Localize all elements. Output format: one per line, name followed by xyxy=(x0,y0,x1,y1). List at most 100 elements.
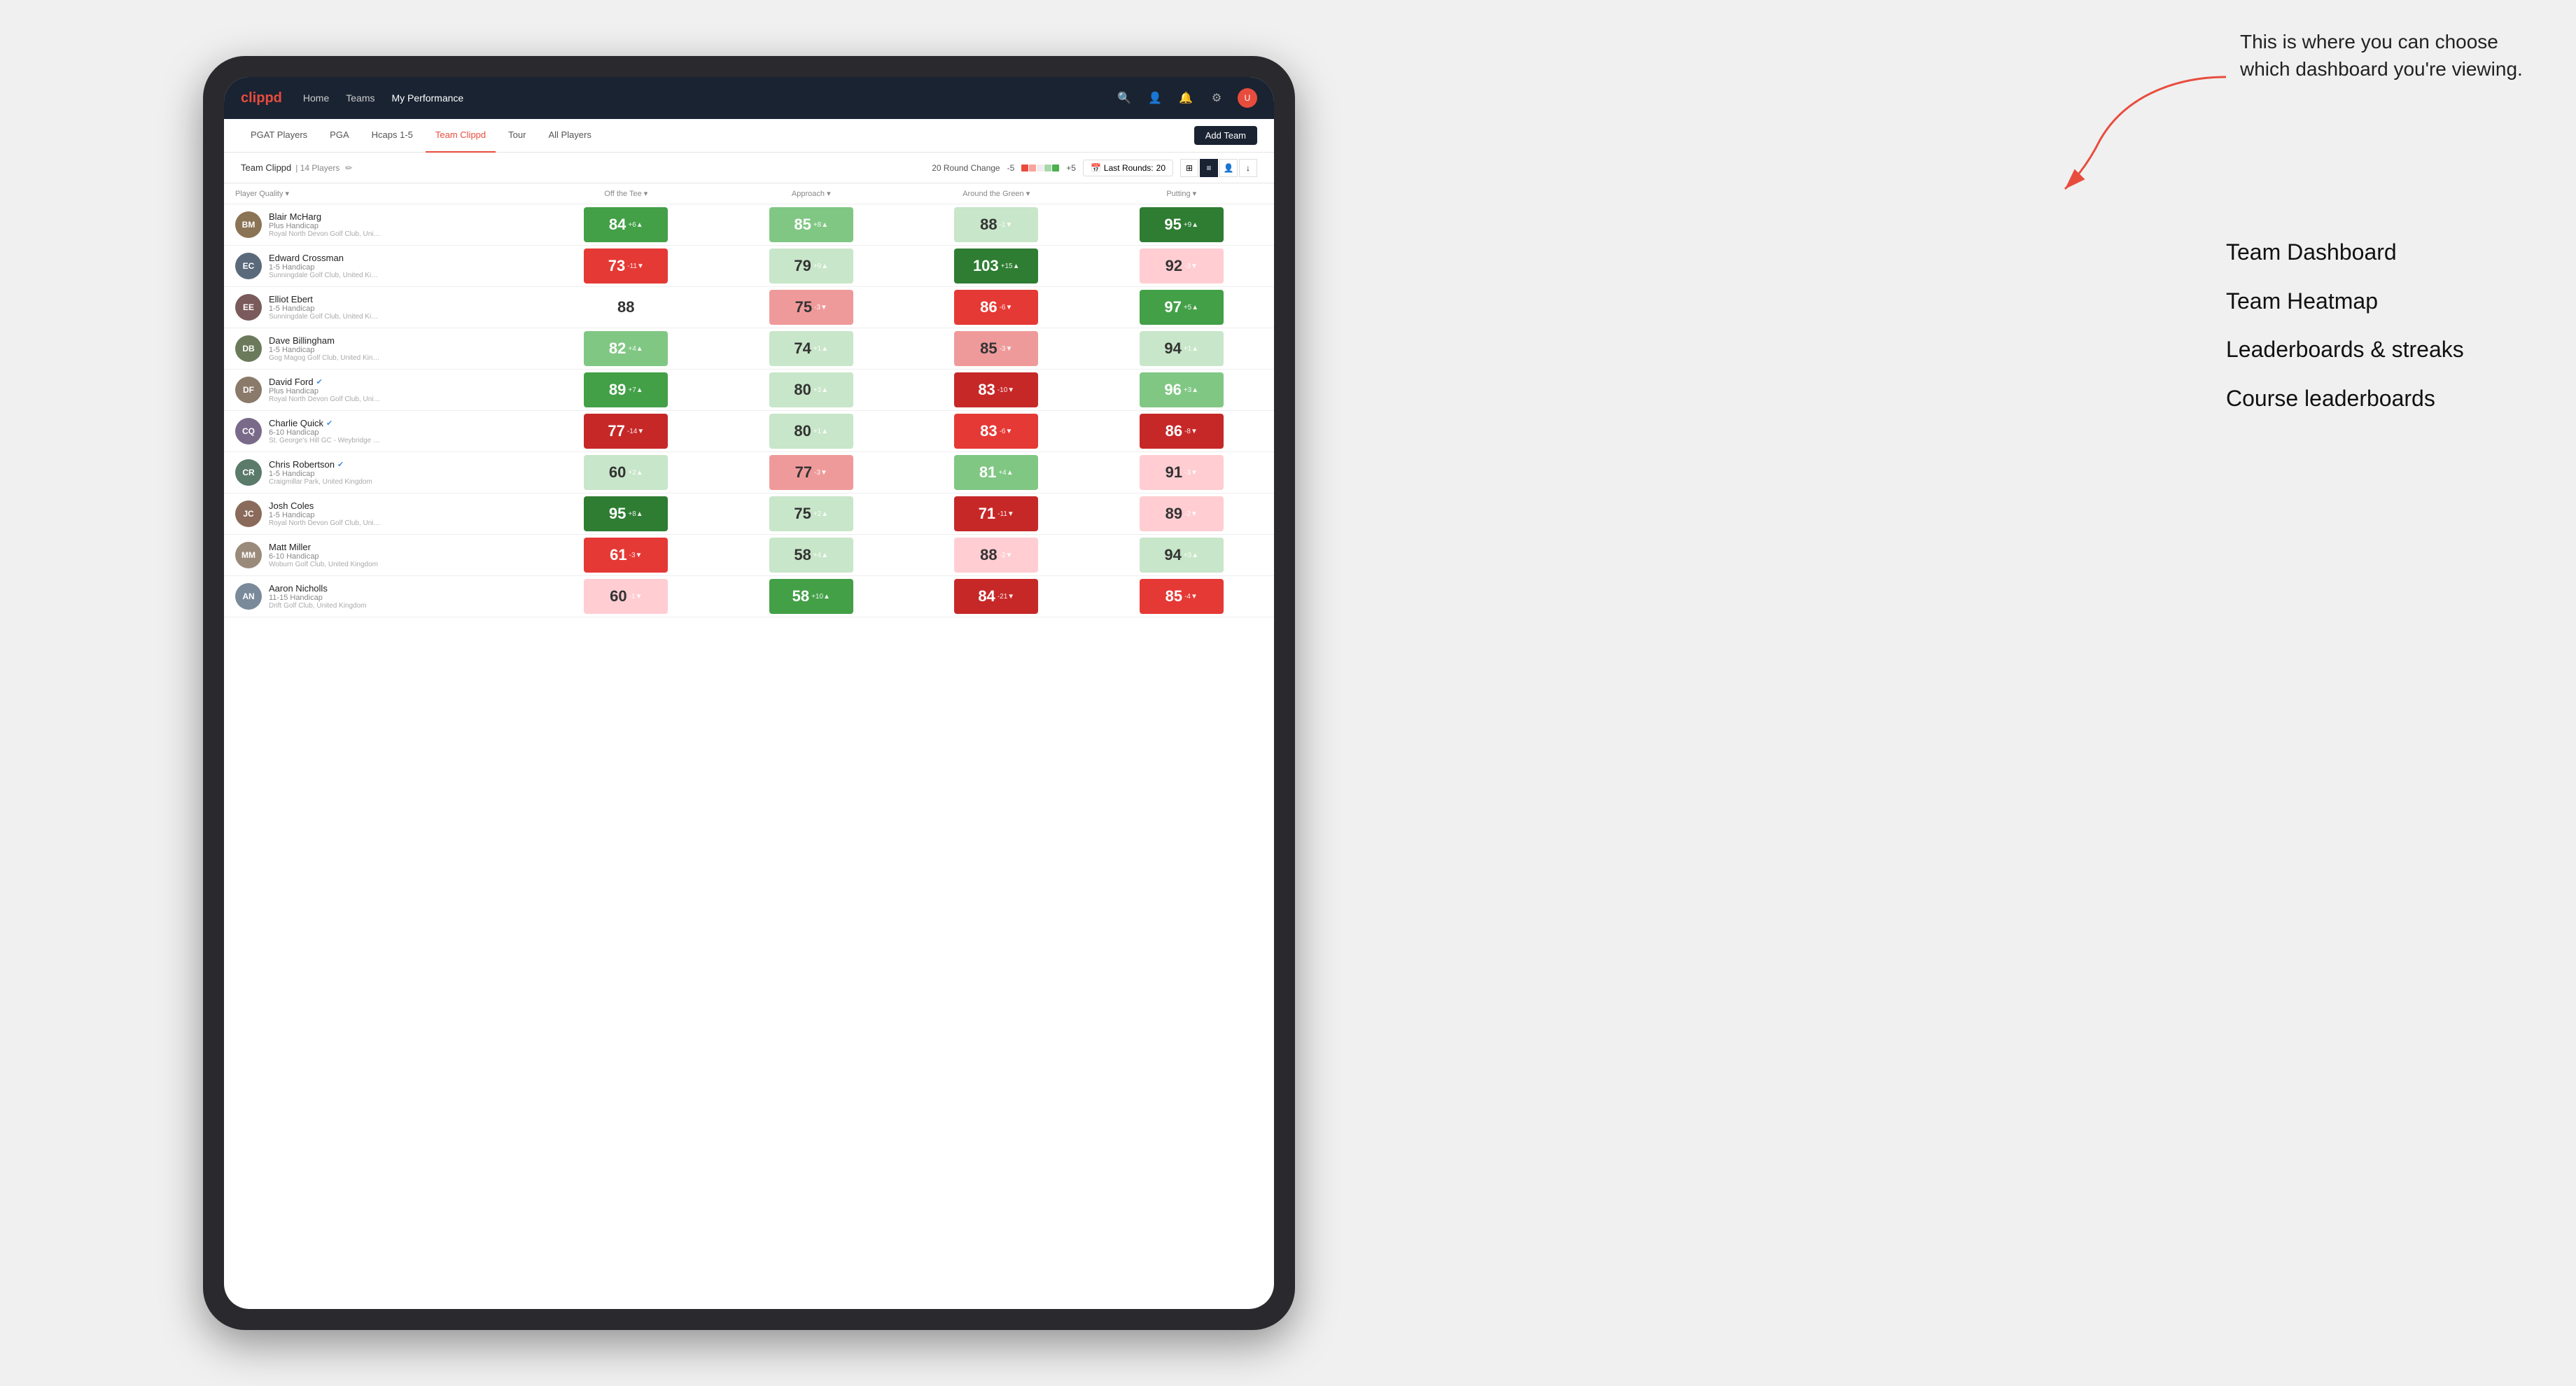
tab-hcaps[interactable]: Hcaps 1-5 xyxy=(362,119,423,153)
sub-nav: PGAT Players PGA Hcaps 1-5 Team Clippd T… xyxy=(224,119,1274,153)
metric-off-tee: 60-1▼ xyxy=(533,576,718,617)
metric-approach: 79+9▲ xyxy=(719,246,904,287)
range-bar xyxy=(1021,164,1059,172)
last-rounds-label: Last Rounds: xyxy=(1104,163,1154,173)
table-row: BM Blair McHarg Plus Handicap Royal Nort… xyxy=(224,204,1274,246)
player-cell[interactable]: CQ Charlie Quick✔ 6-10 Handicap St. Geor… xyxy=(224,411,533,452)
team-name: Team Clippd xyxy=(241,162,291,173)
metric-approach: 75-3▼ xyxy=(719,287,904,328)
team-bar: Team Clippd | 14 Players ✏ 20 Round Chan… xyxy=(224,153,1274,183)
nav-item-myperformance[interactable]: My Performance xyxy=(391,90,463,106)
player-cell[interactable]: BM Blair McHarg Plus Handicap Royal Nort… xyxy=(224,204,533,246)
annotation-area: This is where you can choose which dashb… xyxy=(2240,28,2534,97)
header-off-tee[interactable]: Off the Tee ▾ xyxy=(533,183,718,204)
metric-putting: 89-2▼ xyxy=(1088,493,1274,535)
annotation-arrow xyxy=(2058,70,2240,196)
metric-putting: 91-3▼ xyxy=(1088,452,1274,493)
table-row: CR Chris Robertson✔ 1-5 Handicap Craigmi… xyxy=(224,452,1274,493)
player-cell[interactable]: MM Matt Miller 6-10 Handicap Woburn Golf… xyxy=(224,535,533,576)
table-row: JC Josh Coles 1-5 Handicap Royal North D… xyxy=(224,493,1274,535)
player-count: | 14 Players xyxy=(295,163,340,173)
metric-off-tee: 77-14▼ xyxy=(533,411,718,452)
table-container: Player Quality ▾ Off the Tee ▾ Approach … xyxy=(224,183,1274,1309)
user-icon[interactable]: 👤 xyxy=(1145,88,1165,108)
bar-green-dark xyxy=(1052,164,1059,172)
table-row: EC Edward Crossman 1-5 Handicap Sunningd… xyxy=(224,246,1274,287)
metric-approach: 75+2▲ xyxy=(719,493,904,535)
metric-around-green: 86-6▼ xyxy=(904,287,1088,328)
table-row: EE Elliot Ebert 1-5 Handicap Sunningdale… xyxy=(224,287,1274,328)
range-neg: -5 xyxy=(1007,163,1015,173)
view-grid-button[interactable]: ⊞ xyxy=(1180,159,1198,177)
view-card-button[interactable]: 👤 xyxy=(1219,159,1238,177)
nav-items: Home Teams My Performance xyxy=(303,90,1114,106)
dashboard-option-leaderboards[interactable]: Leaderboards & streaks xyxy=(2226,335,2520,365)
tab-tour[interactable]: Tour xyxy=(498,119,536,153)
player-cell[interactable]: DB Dave Billingham 1-5 Handicap Gog Mago… xyxy=(224,328,533,370)
data-table: Player Quality ▾ Off the Tee ▾ Approach … xyxy=(224,183,1274,617)
dashboard-option-heatmap[interactable]: Team Heatmap xyxy=(2226,287,2520,316)
player-cell[interactable]: CR Chris Robertson✔ 1-5 Handicap Craigmi… xyxy=(224,452,533,493)
verified-icon: ✔ xyxy=(337,460,344,469)
tab-teamclippd[interactable]: Team Clippd xyxy=(426,119,496,153)
nav-bar: clippd Home Teams My Performance 🔍 👤 🔔 ⚙… xyxy=(224,77,1274,119)
metric-putting: 95+9▲ xyxy=(1088,204,1274,246)
nav-logo[interactable]: clippd xyxy=(241,90,282,106)
metric-around-green: 88-1▼ xyxy=(904,204,1088,246)
player-cell[interactable]: EE Elliot Ebert 1-5 Handicap Sunningdale… xyxy=(224,287,533,328)
metric-off-tee: 82+4▲ xyxy=(533,328,718,370)
player-cell[interactable]: AN Aaron Nicholls 11-15 Handicap Drift G… xyxy=(224,576,533,617)
header-approach[interactable]: Approach ▾ xyxy=(719,183,904,204)
player-cell[interactable]: DF David Ford✔ Plus Handicap Royal North… xyxy=(224,370,533,411)
metric-putting: 94+3▲ xyxy=(1088,535,1274,576)
table-body: BM Blair McHarg Plus Handicap Royal Nort… xyxy=(224,204,1274,617)
bar-neutral xyxy=(1037,164,1044,172)
table-row: MM Matt Miller 6-10 Handicap Woburn Golf… xyxy=(224,535,1274,576)
metric-putting: 96+3▲ xyxy=(1088,370,1274,411)
metric-off-tee: 61-3▼ xyxy=(533,535,718,576)
view-export-button[interactable]: ↓ xyxy=(1239,159,1257,177)
player-cell[interactable]: EC Edward Crossman 1-5 Handicap Sunningd… xyxy=(224,246,533,287)
metric-putting: 97+5▲ xyxy=(1088,287,1274,328)
tab-pga[interactable]: PGA xyxy=(320,119,358,153)
bell-icon[interactable]: 🔔 xyxy=(1176,88,1196,108)
table-row: DF David Ford✔ Plus Handicap Royal North… xyxy=(224,370,1274,411)
metric-approach: 80+3▲ xyxy=(719,370,904,411)
dashboard-option-team[interactable]: Team Dashboard xyxy=(2226,238,2520,267)
tab-allplayers[interactable]: All Players xyxy=(538,119,601,153)
metric-around-green: 81+4▲ xyxy=(904,452,1088,493)
last-rounds-value: 20 xyxy=(1156,163,1166,173)
range-pos: +5 xyxy=(1066,163,1076,173)
avatar[interactable]: U xyxy=(1238,88,1257,108)
table-row: DB Dave Billingham 1-5 Handicap Gog Mago… xyxy=(224,328,1274,370)
search-icon[interactable]: 🔍 xyxy=(1114,88,1134,108)
header-around-green[interactable]: Around the Green ▾ xyxy=(904,183,1088,204)
last-rounds-button[interactable]: 📅 Last Rounds: 20 xyxy=(1083,160,1173,176)
verified-icon: ✔ xyxy=(316,377,323,386)
metric-around-green: 83-10▼ xyxy=(904,370,1088,411)
dashboard-option-course[interactable]: Course leaderboards xyxy=(2226,384,2520,414)
header-putting[interactable]: Putting ▾ xyxy=(1088,183,1274,204)
calendar-icon: 📅 xyxy=(1091,163,1101,173)
metric-around-green: 85-3▼ xyxy=(904,328,1088,370)
settings-icon[interactable]: ⚙ xyxy=(1207,88,1226,108)
player-cell[interactable]: JC Josh Coles 1-5 Handicap Royal North D… xyxy=(224,493,533,535)
view-table-button[interactable]: ≡ xyxy=(1200,159,1218,177)
tab-pgat[interactable]: PGAT Players xyxy=(241,119,317,153)
edit-team-icon[interactable]: ✏ xyxy=(345,163,352,173)
metric-approach: 77-3▼ xyxy=(719,452,904,493)
annotation-description: This is where you can choose which dashb… xyxy=(2240,28,2534,83)
metric-putting: 86-8▼ xyxy=(1088,411,1274,452)
nav-item-home[interactable]: Home xyxy=(303,90,329,106)
verified-icon: ✔ xyxy=(326,419,332,428)
metric-approach: 58+4▲ xyxy=(719,535,904,576)
add-team-button[interactable]: Add Team xyxy=(1194,126,1257,145)
metric-approach: 80+1▲ xyxy=(719,411,904,452)
nav-item-teams[interactable]: Teams xyxy=(346,90,374,106)
nav-icons: 🔍 👤 🔔 ⚙ U xyxy=(1114,88,1257,108)
metric-off-tee: 73-11▼ xyxy=(533,246,718,287)
metric-around-green: 83-6▼ xyxy=(904,411,1088,452)
bar-red-light xyxy=(1029,164,1036,172)
header-player[interactable]: Player Quality ▾ xyxy=(224,183,533,204)
metric-off-tee: 89+7▲ xyxy=(533,370,718,411)
